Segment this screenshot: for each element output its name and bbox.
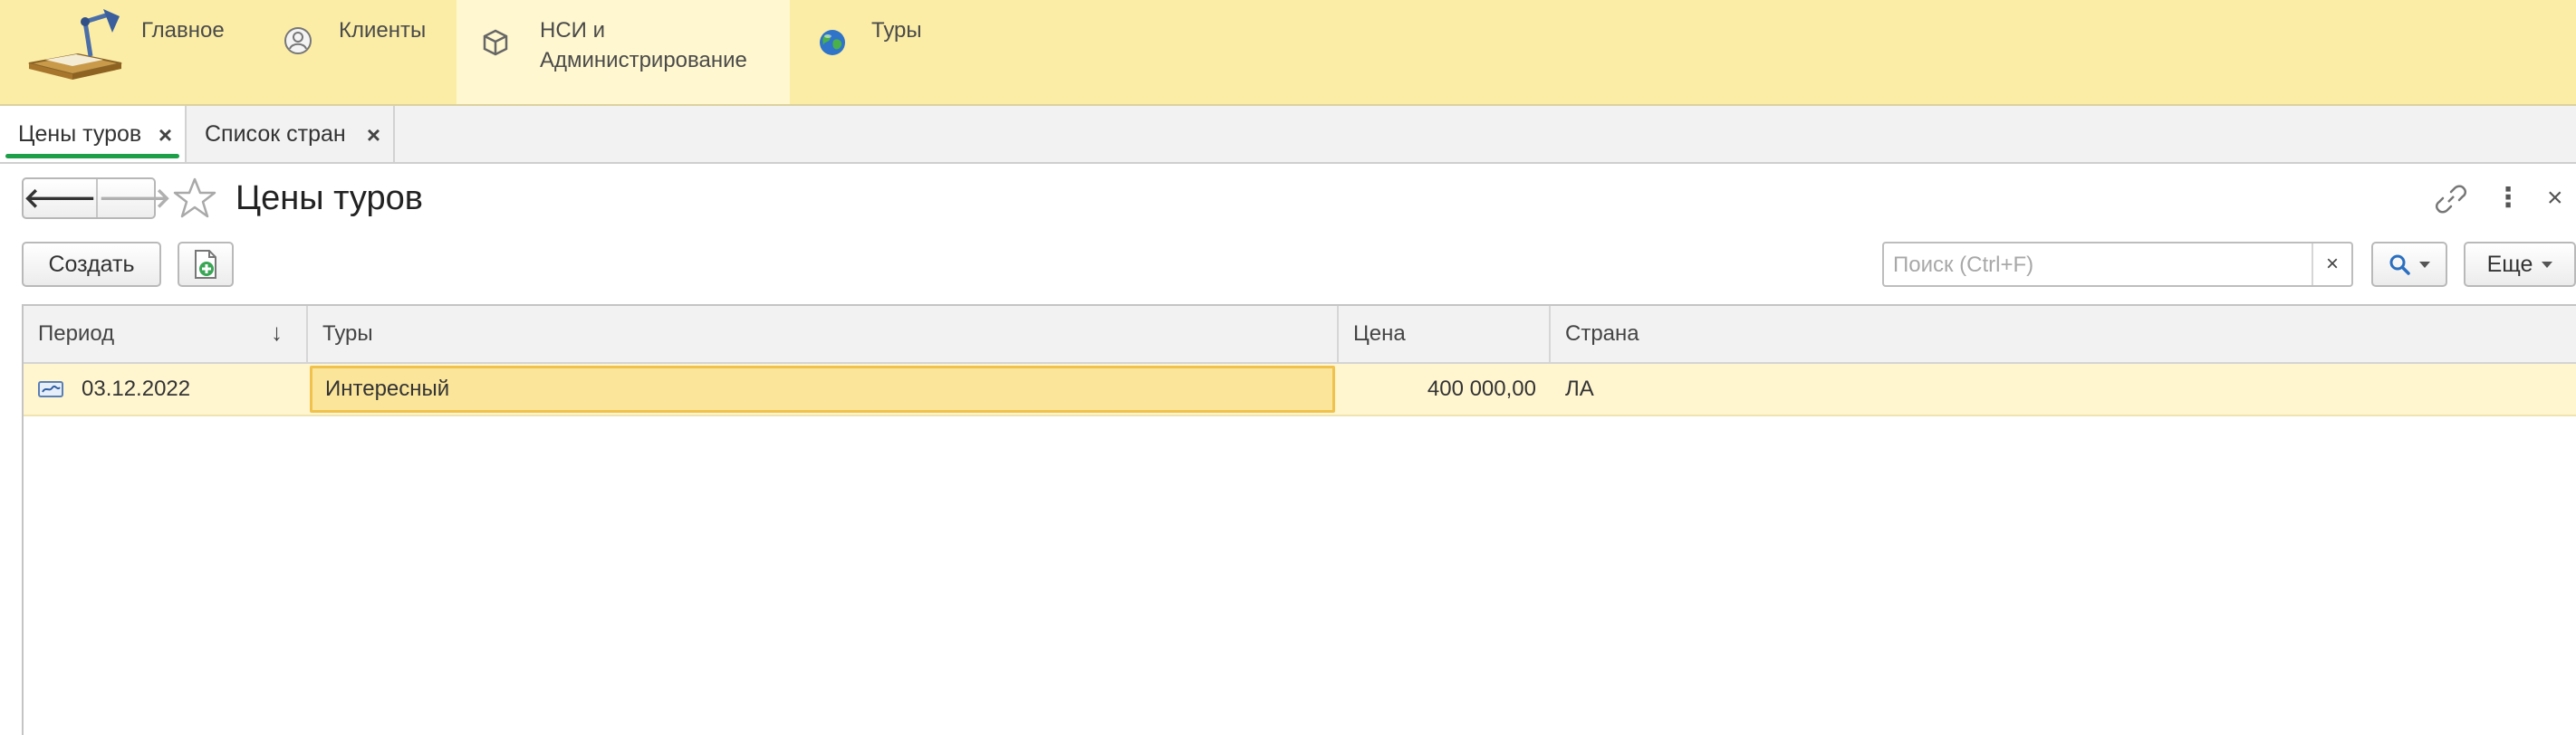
open-tabs-bar: Цены туров × Список стран × — [0, 106, 2576, 164]
section-main-label: Главное — [141, 18, 225, 43]
sort-descending-icon: ↓ — [271, 319, 283, 346]
search-clear-button[interactable]: × — [2312, 243, 2351, 285]
cube-icon — [483, 29, 508, 56]
register-record-icon — [38, 381, 63, 397]
back-arrow-icon[interactable]: 🡐 — [24, 179, 99, 217]
desk-lamp-logo-icon — [28, 9, 122, 80]
forward-arrow-icon[interactable]: 🡒 — [98, 179, 170, 217]
chevron-down-icon — [2419, 261, 2430, 268]
column-header-price[interactable]: Цена — [1339, 306, 1551, 362]
search-box: × — [1882, 242, 2353, 287]
tab-label: Список стран — [205, 120, 346, 147]
search-input[interactable] — [1891, 251, 2284, 280]
person-icon — [284, 27, 312, 54]
tab-close-icon[interactable]: × — [159, 121, 172, 149]
column-header-country[interactable]: Страна — [1551, 306, 2576, 362]
link-icon[interactable] — [2433, 181, 2469, 217]
active-tab-indicator — [5, 154, 179, 158]
section-clients[interactable]: Клиенты — [272, 0, 453, 104]
more-actions-label: Еще — [2486, 251, 2533, 277]
section-nsi-admin[interactable]: НСИ и Администрирование — [457, 0, 790, 104]
close-form-icon[interactable]: × — [2547, 183, 2563, 214]
tab-country-list[interactable]: Список стран × — [187, 106, 395, 162]
tour-prices-table: Период ↓ Туры Цена Страна 03.12.2022 Инт… — [22, 304, 2576, 735]
copy-add-button[interactable] — [178, 242, 234, 287]
cell-tour-selected[interactable]: Интересный — [310, 366, 1335, 413]
favorite-star-icon[interactable] — [172, 176, 217, 221]
table-header: Период ↓ Туры Цена Страна — [24, 306, 2576, 364]
more-actions-button[interactable]: Еще — [2464, 242, 2576, 287]
search-icon — [2389, 254, 2410, 275]
create-button[interactable]: Создать — [22, 242, 161, 287]
search-button[interactable] — [2371, 242, 2447, 287]
kebab-menu-icon[interactable]: ⋮ — [2494, 183, 2522, 214]
column-header-label: Период — [38, 321, 115, 346]
chevron-down-icon — [2542, 261, 2553, 268]
section-nsi-label: НСИ и Администрирование — [540, 18, 747, 72]
tab-tour-prices[interactable]: Цены туров × — [0, 106, 187, 162]
section-clients-label: Клиенты — [339, 18, 427, 43]
cell-period[interactable]: 03.12.2022 — [24, 364, 308, 415]
copy-add-icon — [195, 250, 216, 279]
form-title: Цены туров — [235, 179, 423, 217]
section-main[interactable]: Главное — [123, 0, 259, 104]
column-header-period[interactable]: Период ↓ — [24, 306, 308, 362]
table-row[interactable]: 03.12.2022 Интересный 400 000,00 ЛА — [24, 364, 2576, 416]
tab-label: Цены туров — [18, 120, 142, 147]
sections-panel: Главное Клиенты НСИ и Администрирование … — [0, 0, 2576, 106]
period-value: 03.12.2022 — [82, 377, 191, 401]
section-tours[interactable]: Туры — [806, 0, 951, 104]
tab-close-icon[interactable]: × — [367, 121, 380, 149]
column-header-tours[interactable]: Туры — [308, 306, 1339, 362]
cell-country[interactable]: ЛА — [1551, 364, 2576, 415]
globe-icon — [820, 30, 845, 55]
section-tours-label: Туры — [871, 18, 922, 43]
navigation-buttons: 🡐 🡒 — [22, 177, 171, 219]
cell-price[interactable]: 400 000,00 — [1339, 364, 1551, 415]
